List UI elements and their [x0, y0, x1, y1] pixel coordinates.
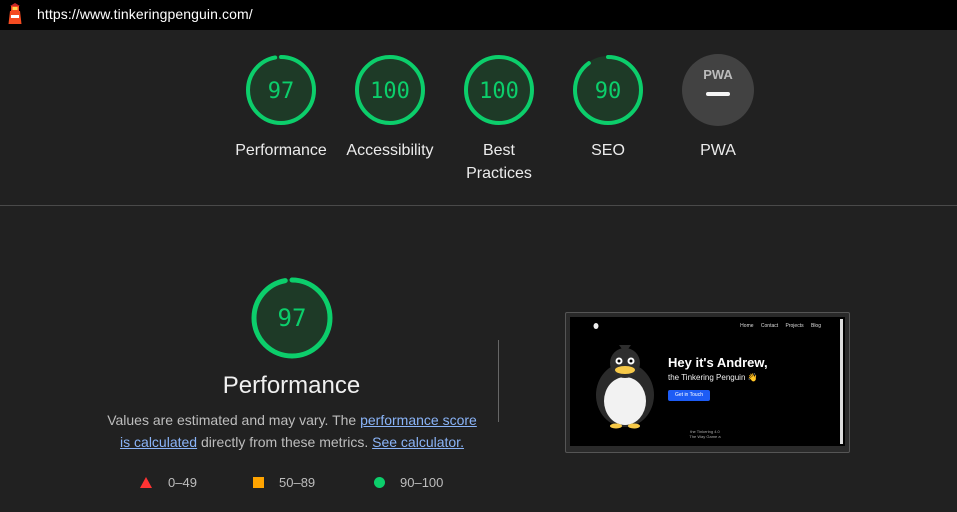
- seo-gauge-ring: 90: [573, 55, 643, 125]
- square-icon: [253, 477, 264, 488]
- screenshot-nav: Home Contact Projects Blog: [734, 323, 821, 329]
- nav-home: Home: [740, 323, 754, 329]
- screenshot-footer-line2: The Way Game a: [689, 434, 721, 439]
- seo-score: 90: [595, 79, 622, 104]
- seo-label: SEO: [591, 142, 625, 159]
- performance-description: Values are estimated and may vary. The p…: [103, 409, 481, 453]
- nav-contact: Contact: [760, 323, 779, 329]
- screenshot-subline: the Tinkering Penguin 👋: [668, 373, 758, 382]
- accessibility-label: Accessibility: [346, 142, 434, 159]
- final-screenshot[interactable]: Home Contact Projects Blog Hey it's Andr…: [565, 312, 850, 453]
- penguin-illustration-icon: [596, 345, 654, 429]
- desc-prefix: Values are estimated and may vary. The: [107, 412, 361, 428]
- pwa-badge-text: PWA: [703, 67, 733, 82]
- screenshot-viewport: Home Contact Projects Blog Hey it's Andr…: [570, 317, 845, 446]
- gauge-seo[interactable]: 90 SEO: [553, 53, 663, 162]
- performance-detail-gauge: 97: [251, 277, 333, 359]
- nav-blog: Blog: [810, 323, 821, 329]
- legend-pass-range: 90–100: [400, 475, 444, 490]
- gauge-performance[interactable]: 97 Performance: [226, 53, 336, 162]
- nav-projects: Projects: [785, 323, 804, 329]
- screenshot-cta-button: Get in Touch: [668, 390, 710, 401]
- triangle-icon: [140, 477, 152, 488]
- site-logo-icon: [593, 323, 599, 329]
- performance-label: Performance: [235, 142, 327, 159]
- accessibility-score: 100: [370, 79, 410, 104]
- screenshot-scrollbar: [840, 319, 843, 444]
- best-practices-score: 100: [479, 79, 519, 104]
- legend-pass: 90–100: [374, 475, 443, 490]
- performance-gauge-ring: 97: [246, 55, 316, 125]
- legend-fail: 0–49: [140, 475, 197, 490]
- gauge-accessibility[interactable]: 100 Accessibility: [335, 53, 445, 162]
- desc-middle: directly from these metrics.: [197, 434, 373, 450]
- pwa-label: PWA: [700, 142, 736, 159]
- circle-icon: [374, 477, 385, 488]
- legend-average: 50–89: [253, 475, 315, 490]
- score-legend: 0–49 50–89 90–100: [0, 475, 600, 495]
- screenshot-headline: Hey it's Andrew,: [668, 355, 768, 370]
- see-calculator-link[interactable]: See calculator.: [372, 434, 464, 450]
- pwa-dash-icon: [706, 92, 730, 96]
- performance-heading: Performance: [222, 372, 361, 399]
- accessibility-gauge-ring: 100: [355, 55, 425, 125]
- legend-fail-range: 0–49: [168, 475, 197, 490]
- gauge-pwa[interactable]: PWA PWA: [663, 53, 773, 162]
- performance-score: 97: [268, 79, 295, 104]
- best-practices-gauge-ring: 100: [464, 55, 534, 125]
- vertical-separator: [498, 340, 499, 422]
- best-practices-label: Best Practices: [466, 142, 532, 182]
- performance-detail-score: 97: [278, 304, 307, 332]
- gauge-best-practices[interactable]: 100 Best Practices: [444, 53, 554, 185]
- pwa-badge-icon: PWA: [682, 54, 754, 126]
- section-divider: [0, 205, 957, 206]
- category-gauges: 97 Performance 100 Accessibility 100 Bes…: [0, 0, 957, 205]
- legend-average-range: 50–89: [279, 475, 316, 490]
- screenshot-footer: the Tinkering 4.0 The Way Game a: [670, 429, 740, 439]
